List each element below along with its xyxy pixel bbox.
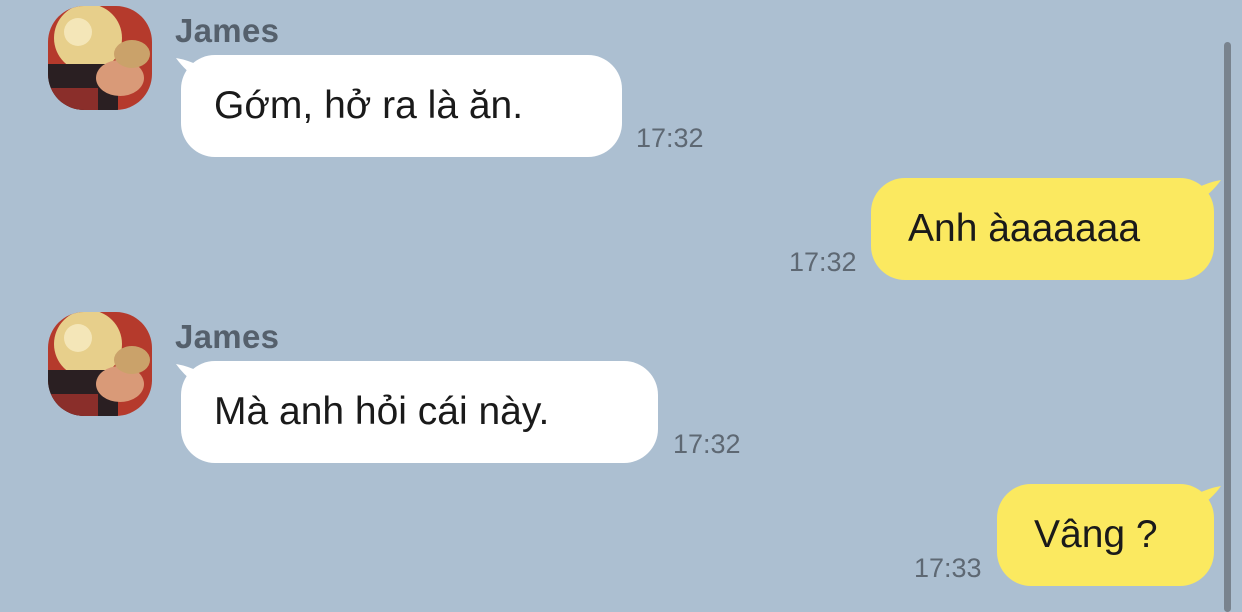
message-text: Gớm, hở ra là ăn. <box>214 84 524 127</box>
sender-name: James <box>175 318 280 355</box>
scrollbar[interactable] <box>1224 42 1231 612</box>
avatar[interactable] <box>48 6 152 110</box>
message-bubble[interactable]: Anh àaaaaaa <box>871 178 1214 280</box>
sender-name: James <box>175 12 280 49</box>
message-timestamp: 17:32 <box>636 123 704 153</box>
message-timestamp: 17:32 <box>789 247 857 277</box>
bubble-tail <box>1197 180 1221 202</box>
avatar[interactable] <box>48 312 152 416</box>
avatar-photo <box>48 312 152 416</box>
message-text: Mà anh hỏi cái này. <box>214 390 550 433</box>
message-bubble[interactable]: Gớm, hở ra là ăn. <box>181 55 622 157</box>
message-timestamp: 17:32 <box>673 429 741 459</box>
bubble-tail <box>1197 486 1221 508</box>
avatar-photo <box>48 6 152 110</box>
message-text: Vâng ? <box>1034 513 1158 556</box>
chat-area[interactable]: James Gớm, hở ra là ăn. 17:32 17:32 Anh … <box>0 0 1242 612</box>
message-bubble[interactable]: Vâng ? <box>997 484 1214 586</box>
message-bubble[interactable]: Mà anh hỏi cái này. <box>181 361 658 463</box>
message-timestamp: 17:33 <box>914 553 982 583</box>
message-text: Anh àaaaaaa <box>908 207 1141 250</box>
